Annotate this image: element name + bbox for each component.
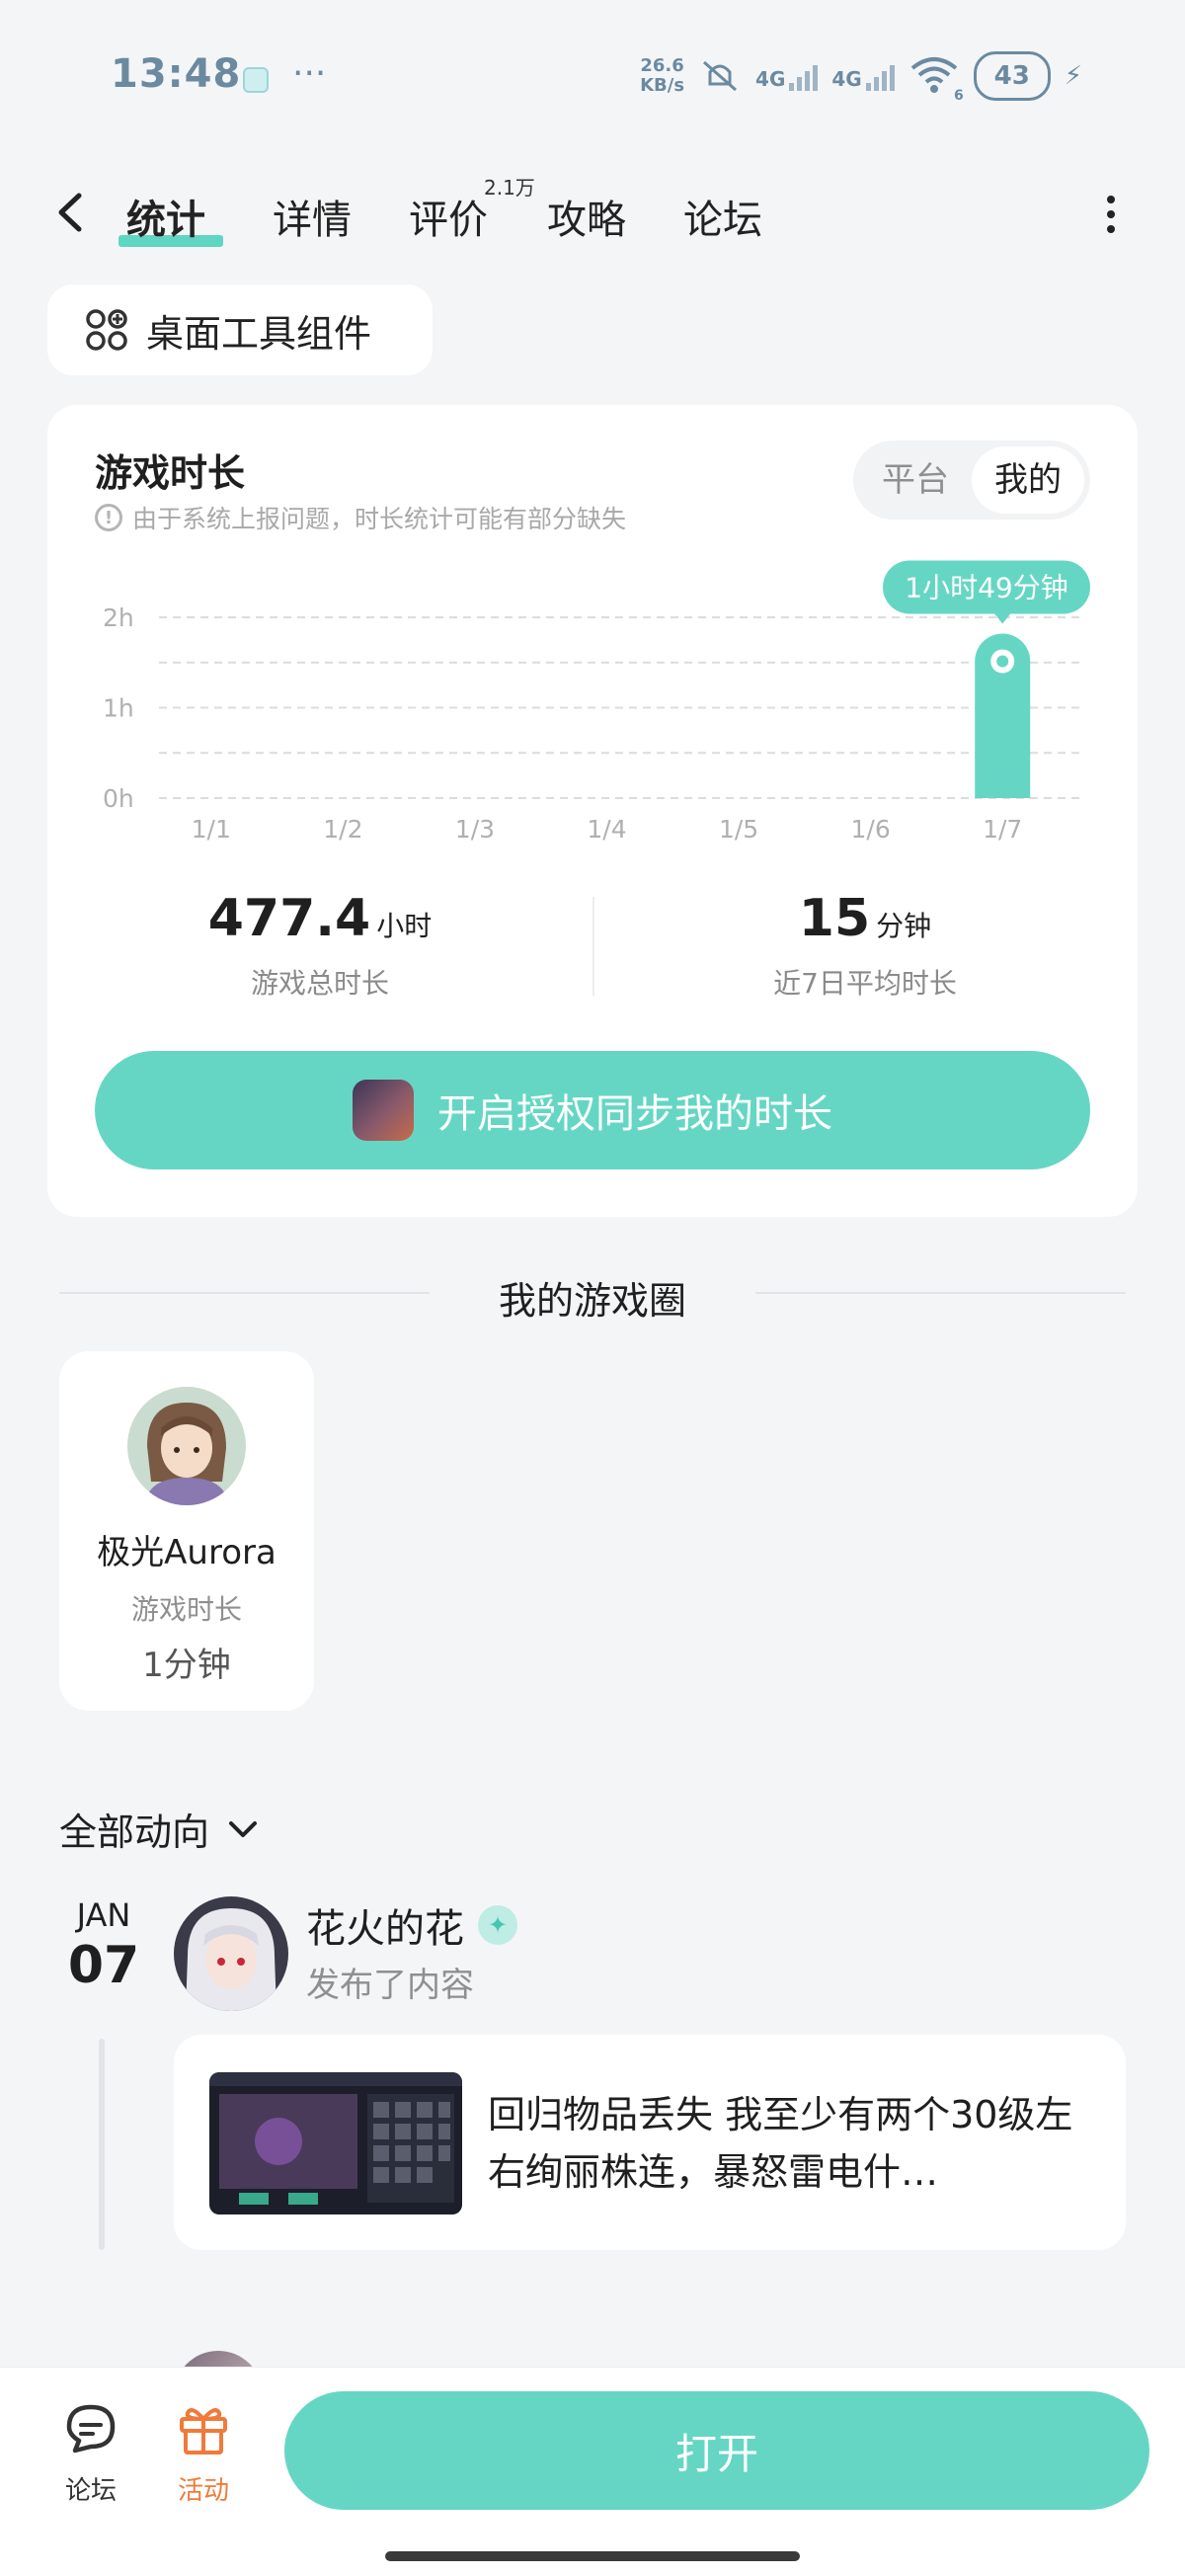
notification-app-icon bbox=[243, 67, 269, 93]
tooltip-label: 1小时49分钟 bbox=[905, 571, 1067, 604]
feed-filter-dropdown[interactable]: 全部动向 bbox=[59, 1802, 261, 1856]
source-toggle[interactable]: 平台 我的 bbox=[853, 441, 1090, 520]
sim2-signal: 4G bbox=[831, 61, 895, 91]
forum-nav-button[interactable]: 论坛 bbox=[41, 2399, 140, 2507]
open-game-button[interactable]: 打开 bbox=[284, 2391, 1149, 2510]
x-tick-label: 1/5 bbox=[719, 815, 758, 844]
sim1-signal: 4G bbox=[755, 61, 819, 91]
x-tick-label: 1/2 bbox=[323, 815, 362, 844]
net-speed: 26.6 KB/s bbox=[640, 55, 685, 96]
tooltip-pointer bbox=[994, 613, 1011, 624]
playtime-chart: 0h 1h 2h 1/1 1/2 1/3 1/4 1/5 1/6 1/7 1小时49分钟 bbox=[103, 560, 1090, 844]
gift-icon bbox=[180, 2408, 227, 2455]
x-tick-label: 1/4 bbox=[587, 815, 626, 844]
y-tick-label: 0h bbox=[103, 784, 134, 813]
feed-username[interactable]: 花火的花 ✦ bbox=[306, 1896, 517, 1954]
avatar[interactable] bbox=[174, 1896, 288, 2011]
feed-date: JAN 07 bbox=[67, 1896, 140, 1995]
y-tick-label: 1h bbox=[103, 694, 134, 723]
status-time: 13:48 bbox=[111, 51, 242, 97]
verified-badge-icon: ✦ bbox=[478, 1905, 517, 1945]
tab-details[interactable]: 详情 bbox=[273, 188, 352, 245]
sync-playtime-button[interactable]: 开启授权同步我的时长 bbox=[95, 1051, 1090, 1169]
member-playtime-value: 1分钟 bbox=[142, 1646, 231, 1685]
tab-forum[interactable]: 论坛 bbox=[683, 188, 762, 245]
post-text: 回归物品丢失 我至少有两个30级左右绚丽株连，暴怒雷电什… bbox=[488, 2093, 1073, 2194]
info-icon: ! bbox=[95, 504, 122, 531]
timeline-rail bbox=[99, 2039, 105, 2250]
avg-playtime: 15 分钟 近7日平均时长 bbox=[773, 889, 957, 1000]
battery-indicator: 43 bbox=[973, 51, 1051, 101]
game-circle-header: 我的游戏圈 bbox=[59, 1264, 1126, 1324]
top-nav: 统计 详情 评价 2.1万 攻略 论坛 bbox=[0, 168, 1185, 257]
game-circle-title: 我的游戏圈 bbox=[498, 1279, 686, 1323]
status-icons: 26.6 KB/s 4G 4G 6 43 ⚡ bbox=[640, 51, 1082, 104]
chevron-down-icon bbox=[229, 1820, 258, 1837]
playtime-card: 游戏时长 ! 由于系统上报问题，时长统计可能有部分缺失 平台 我的 0h 1h 2h… bbox=[47, 405, 1138, 1217]
home-indicator[interactable] bbox=[385, 2551, 800, 2561]
tab-guides[interactable]: 攻略 bbox=[547, 188, 626, 245]
playtime-note: ! 由于系统上报问题，时长统计可能有部分缺失 bbox=[95, 500, 626, 535]
desktop-widget-button[interactable]: 桌面工具组件 bbox=[47, 284, 433, 375]
member-name: 极光Aurora bbox=[97, 1533, 276, 1572]
mute-icon bbox=[703, 60, 738, 92]
toggle-platform[interactable]: 平台 bbox=[859, 446, 972, 514]
back-arrow-icon[interactable] bbox=[47, 188, 97, 237]
member-playtime-label: 游戏时长 bbox=[130, 1593, 242, 1626]
x-tick-label: 1/7 bbox=[983, 815, 1022, 844]
x-tick-label: 1/3 bbox=[455, 815, 495, 844]
circle-member-card[interactable]: 极光Aurora 游戏时长 1分钟 bbox=[59, 1351, 314, 1711]
more-options-icon[interactable] bbox=[1096, 190, 1126, 239]
feed-action: 发布了内容 bbox=[306, 1966, 474, 2005]
chat-bubble-icon bbox=[66, 2404, 116, 2454]
events-nav-button[interactable]: 活动 bbox=[154, 2399, 253, 2507]
signal-bars-icon bbox=[789, 61, 819, 91]
playtime-stats: 477.4 小时 游戏总时长 15 分钟 近7日平均时长 bbox=[47, 889, 1138, 1017]
x-tick-label: 1/1 bbox=[192, 815, 231, 844]
tab-stats[interactable]: 统计 bbox=[126, 188, 205, 245]
total-playtime: 477.4 小时 游戏总时长 bbox=[207, 889, 433, 1000]
y-tick-label: 2h bbox=[103, 604, 134, 632]
wifi-icon: 6 bbox=[908, 54, 964, 104]
charging-icon: ⚡ bbox=[1064, 61, 1082, 91]
post-card[interactable]: 回归物品丢失 我至少有两个30级左右绚丽株连，暴怒雷电什… bbox=[174, 2035, 1126, 2250]
bottom-bar: 论坛 活动 打开 bbox=[0, 2367, 1185, 2576]
reviews-count-badge: 2.1万 bbox=[484, 176, 535, 200]
post-thumbnail bbox=[209, 2072, 462, 2214]
status-bar: 13:48 ··· 26.6 KB/s 4G 4G 6 43 ⚡ bbox=[0, 0, 1185, 158]
avatar bbox=[127, 1387, 246, 1505]
bar-marker-dot bbox=[996, 655, 1009, 668]
game-app-icon bbox=[353, 1080, 414, 1141]
playtime-title: 游戏时长 bbox=[95, 451, 246, 495]
signal-bars-icon bbox=[865, 61, 895, 91]
toggle-mine[interactable]: 我的 bbox=[972, 446, 1084, 514]
widget-grid-icon bbox=[86, 309, 127, 351]
tab-reviews[interactable]: 评价 bbox=[409, 188, 488, 245]
more-notifications-icon: ··· bbox=[292, 53, 327, 94]
widget-chip-label: 桌面工具组件 bbox=[146, 311, 372, 356]
x-tick-label: 1/6 bbox=[851, 815, 891, 844]
